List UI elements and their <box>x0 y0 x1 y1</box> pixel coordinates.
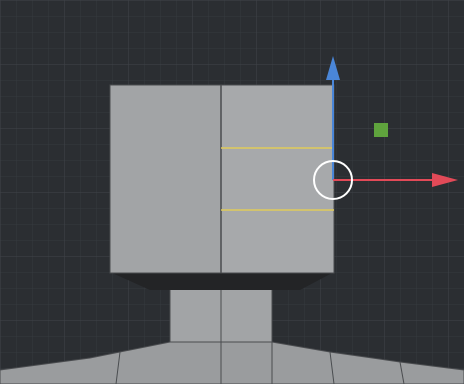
head-left-face[interactable] <box>109 84 222 274</box>
viewport-canvas[interactable] <box>0 0 464 384</box>
head-mesh[interactable] <box>109 84 335 274</box>
head-right-face[interactable] <box>220 84 335 274</box>
3d-viewport[interactable] <box>0 0 464 384</box>
xz-plane-handle[interactable] <box>374 123 388 137</box>
